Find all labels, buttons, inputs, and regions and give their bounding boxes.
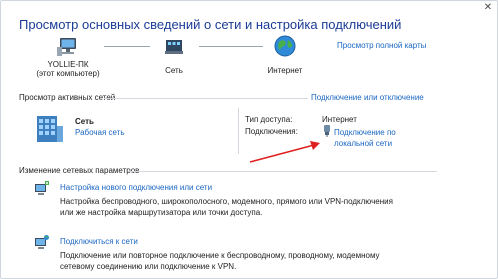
connector-line [104,46,150,47]
change-settings-header: Изменение сетевых параметров [19,166,140,175]
connect-to-network-desc-line2: сетевому соединению или подключение к VP… [60,262,237,271]
internet-node: Интернет [260,35,310,75]
connect-to-network-icon [35,235,49,249]
full-map-link[interactable]: Просмотр полной карты [337,41,426,50]
network-building-icon [37,116,63,142]
ethernet-icon [324,125,330,137]
new-connection-description: Настройка беспроводного, широкополосного… [60,196,393,218]
divider [128,171,437,172]
connect-to-network-desc-line1: Подключение или повторное подключение к … [60,251,380,260]
connector-line [199,46,263,47]
computer-subtitle: (этот компьютер) [36,69,100,78]
local-connection-line2[interactable]: локальной сети [334,138,396,149]
connections-label: Подключения: [245,127,298,136]
vertical-divider [238,108,239,154]
internet-label: Интернет [267,66,303,75]
divider [104,98,308,99]
globe-icon [274,35,296,57]
close-icon[interactable]: ✕ [482,2,494,14]
access-type-label: Тип доступа: [245,115,293,124]
network-icon [165,40,183,54]
network-label: Сеть [165,66,183,75]
connect-to-network-link[interactable]: Подключиться к сети [60,237,138,246]
page-title: Просмотр основных сведений о сети и наст… [19,17,402,32]
computer-node: YOLLIE-ПК (этот компьютер) [33,37,103,78]
computer-icon [57,38,76,56]
new-connection-desc-line2: или же настройка маршрутизатора или точк… [60,208,263,217]
red-arrow-annotation [249,141,320,163]
connect-disconnect-link[interactable]: Подключение или отключение [311,93,424,102]
network-type-link[interactable]: Рабочая сеть [75,128,125,137]
connect-to-network-description: Подключение или повторное подключение к … [60,250,380,272]
network-node: Сеть [153,37,195,75]
local-connection-line1[interactable]: Подключение по [334,127,396,138]
active-networks-header: Просмотр активных сетей [19,93,116,102]
active-network-name: Сеть [75,117,94,126]
access-type-value: Интернет [322,115,357,124]
new-connection-icon [35,181,49,195]
computer-name: YOLLIE-ПК [47,60,89,69]
new-connection-desc-line1: Настройка беспроводного, широкополосного… [60,197,393,206]
new-connection-link[interactable]: Настройка нового подключения или сети [60,183,212,192]
local-connection-link[interactable]: Подключение по локальной сети [334,127,396,149]
